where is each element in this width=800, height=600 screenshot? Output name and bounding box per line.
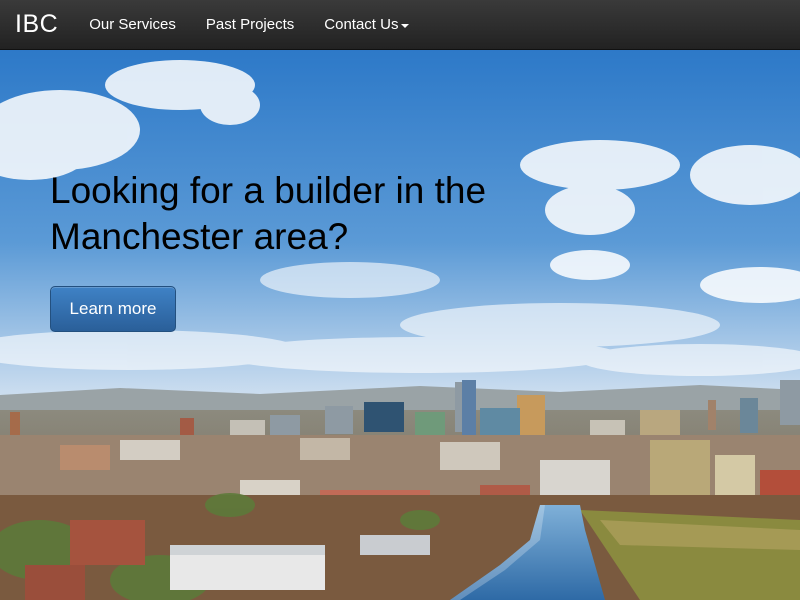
nav-past-projects[interactable]: Past Projects [191, 16, 309, 33]
nav-our-services[interactable]: Our Services [74, 16, 191, 33]
hero-section: Looking for a builder in the Manchester … [0, 50, 800, 600]
nav-contact-us-label: Contact Us [324, 16, 399, 33]
hero-headline: Looking for a builder in the Manchester … [50, 170, 487, 257]
nav-contact-us[interactable]: Contact Us [309, 16, 424, 33]
brand-logo[interactable]: IBC [15, 10, 58, 39]
learn-more-button[interactable]: Learn more [50, 286, 176, 332]
top-navbar: IBC Our Services Past Projects Contact U… [0, 0, 800, 50]
caret-down-icon [401, 23, 410, 28]
